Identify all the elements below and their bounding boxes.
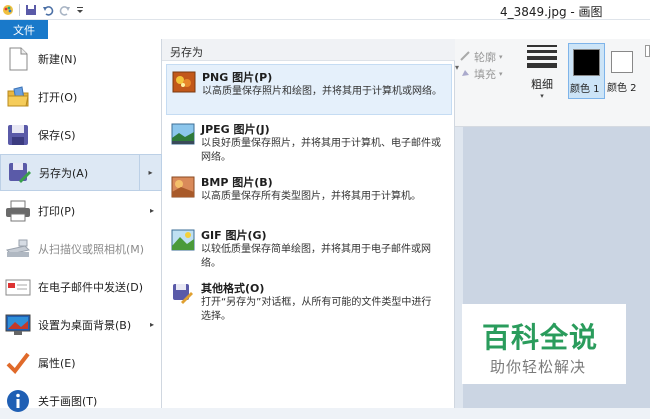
undo-icon[interactable] [42, 4, 54, 16]
line-size-icon [527, 45, 557, 68]
menu-item-label: 在电子邮件中发送(D) [38, 280, 144, 294]
chevron-down-icon: ▾ [455, 63, 460, 72]
format-description: 以较低质量保存简单绘图，并将其用于电子邮件或网络。 [201, 244, 431, 269]
menu-item-label: 打印(P) [38, 204, 76, 218]
color1-button[interactable]: 颜色 1 [568, 43, 605, 99]
png-image-icon [172, 71, 196, 95]
menu-item-save[interactable]: 保存(S) [0, 116, 162, 153]
color1-swatch [573, 49, 600, 76]
menu-item-label: 另存为(A) [39, 166, 89, 180]
menu-item-desktop-background[interactable]: 设置为桌面背景(B) ▸ [0, 306, 162, 343]
info-icon [5, 388, 31, 414]
chevron-down-icon: ▾ [499, 70, 503, 78]
save-disk-icon [5, 122, 31, 148]
fill-dropdown[interactable]: 填充 ▾ [459, 66, 503, 82]
fill-label: 填充 [474, 68, 496, 81]
menu-item-label: 设置为桌面背景(B) [38, 318, 132, 332]
menu-item-print[interactable]: 打印(P) ▸ [0, 192, 162, 229]
open-folder-icon [5, 84, 31, 110]
menu-item-properties[interactable]: 属性(E) [0, 344, 162, 381]
scanner-icon [5, 236, 31, 262]
other-formats-icon [171, 282, 195, 306]
color2-button[interactable]: 颜色 2 [606, 43, 643, 99]
title-bar: 4_3849.jpg - 画图 [0, 0, 650, 20]
save-as-icon [6, 160, 32, 186]
ribbon-background: 轮廓 ▾ 填充 ▾ ▾ 粗细 ▾ 颜色 1 颜色 2 [455, 39, 650, 127]
menu-item-label: 关于画图(T) [38, 394, 98, 408]
new-file-icon [5, 46, 31, 72]
format-title: PNG 图片(P) [202, 71, 273, 84]
checkmark-icon [5, 350, 31, 376]
quick-access-toolbar [0, 0, 84, 20]
window-title: 4_3849.jpg - 画图 [500, 5, 603, 19]
save-icon[interactable] [25, 4, 37, 16]
color2-swatch [611, 51, 633, 73]
menu-item-scanner[interactable]: 从扫描仪或照相机(M) [0, 230, 162, 267]
desktop-icon [5, 312, 31, 338]
color-palette-edge [645, 45, 650, 57]
menu-item-save-as[interactable]: 另存为(A) ▸ [0, 154, 162, 191]
size-label: 粗细 [531, 78, 553, 91]
watermark-title: 百科全说 [482, 321, 599, 354]
watermark-subtitle: 助你轻松解决 [490, 358, 587, 376]
outline-dropdown[interactable]: 轮廓 ▾ [459, 49, 503, 65]
format-title: JPEG 图片(J) [201, 123, 270, 136]
jpeg-image-icon [171, 123, 195, 147]
size-button[interactable]: 粗细 ▾ [527, 45, 557, 100]
watermark: 百科全说 助你轻松解决 [462, 304, 626, 384]
format-description: 以良好质量保存照片，并将其用于计算机、电子邮件或网络。 [201, 138, 441, 163]
chevron-right-icon[interactable]: ▸ [139, 155, 161, 190]
color1-label: 颜色 1 [570, 84, 600, 95]
chevron-right-icon: ▸ [149, 320, 154, 329]
email-icon [5, 274, 31, 300]
paint-app-icon[interactable] [2, 4, 14, 16]
save-as-other-formats[interactable]: 其他格式(O) 打开“另存为”对话框，从所有可能的文件类型中进行选择。 [166, 276, 452, 327]
submenu-header: 另存为 [162, 39, 455, 61]
chevron-down-icon: ▾ [499, 53, 503, 61]
toolbar-divider [19, 3, 20, 16]
save-as-submenu: 另存为 PNG 图片(P) 以高质量保存照片和绘图，并将其用于计算机或网络。 J… [162, 39, 455, 408]
save-as-jpeg[interactable]: JPEG 图片(J) 以良好质量保存照片，并将其用于计算机、电子邮件或网络。 [166, 117, 452, 168]
format-description: 以高质量保存照片和绘图，并将其用于计算机或网络。 [202, 86, 442, 97]
menu-item-open[interactable]: 打开(O) [0, 78, 162, 115]
ribbon-tab-strip [48, 20, 650, 39]
gif-image-icon [171, 229, 195, 253]
fill-icon [459, 67, 471, 82]
customize-toolbar-icon[interactable] [76, 4, 84, 16]
file-tab[interactable]: 文件 [0, 20, 48, 39]
format-title: BMP 图片(B) [201, 176, 273, 189]
chevron-down-icon: ▾ [540, 92, 544, 100]
menu-item-label: 打开(O) [38, 90, 78, 104]
save-as-gif[interactable]: GIF 图片(G) 以较低质量保存简单绘图，并将其用于电子邮件或网络。 [166, 223, 452, 274]
menu-item-new[interactable]: 新建(N) [0, 40, 162, 77]
chevron-right-icon: ▸ [149, 206, 154, 215]
color2-label: 颜色 2 [607, 83, 637, 94]
redo-icon[interactable] [59, 4, 71, 16]
format-title: GIF 图片(G) [201, 229, 267, 242]
outline-label: 轮廓 [474, 51, 496, 64]
bmp-image-icon [171, 176, 195, 200]
menu-item-label: 保存(S) [38, 128, 76, 142]
menu-item-label: 从扫描仪或照相机(M) [38, 242, 145, 256]
menu-item-label: 新建(N) [38, 52, 77, 66]
save-as-png[interactable]: PNG 图片(P) 以高质量保存照片和绘图，并将其用于计算机或网络。 [166, 64, 452, 115]
save-as-bmp[interactable]: BMP 图片(B) 以高质量保存所有类型图片，并将其用于计算机。 [166, 170, 452, 221]
format-description: 打开“另存为”对话框，从所有可能的文件类型中进行选择。 [201, 297, 432, 322]
outline-icon [459, 50, 471, 65]
file-menu: 新建(N) 打开(O) 保存(S) 另存为(A) ▸ 打印(P) ▸ 从扫描仪或… [0, 39, 162, 412]
format-title: 其他格式(O) [201, 282, 265, 295]
menu-item-email[interactable]: 在电子邮件中发送(D) [0, 268, 162, 305]
menu-item-about[interactable]: 关于画图(T) [0, 382, 162, 419]
menu-item-label: 属性(E) [38, 356, 76, 370]
format-description: 以高质量保存所有类型图片，并将其用于计算机。 [201, 191, 421, 202]
printer-icon [5, 198, 31, 224]
